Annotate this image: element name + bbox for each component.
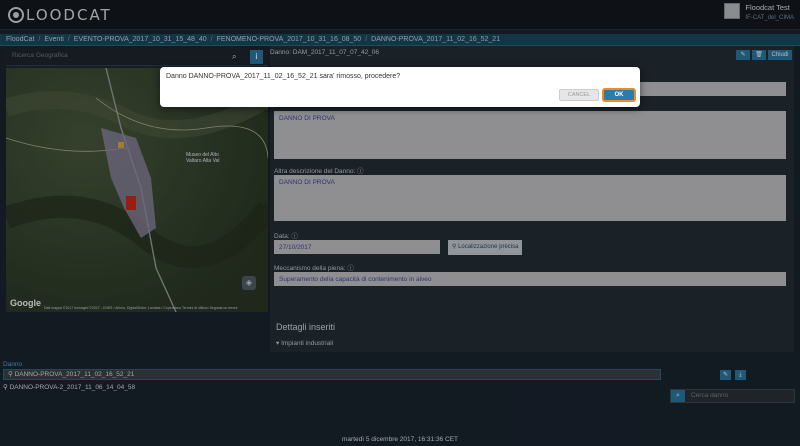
confirm-message: Danno DANNO-PROVA_2017_11_02_16_52_21 sa… — [166, 73, 401, 80]
cancel-button[interactable]: CANCEL — [559, 89, 599, 101]
ok-button[interactable]: OK — [602, 88, 636, 102]
confirm-dialog: Danno DANNO-PROVA_2017_11_02_16_52_21 sa… — [160, 67, 640, 107]
